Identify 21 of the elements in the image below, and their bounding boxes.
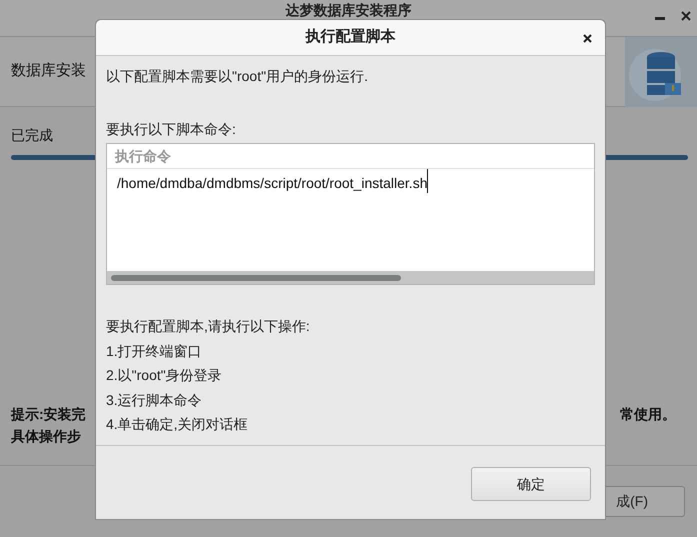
close-icon[interactable]	[583, 34, 592, 43]
step-text: 3.运行脚本命令	[106, 390, 203, 410]
step-text: 4.单击确定,关闭对话框	[106, 415, 249, 434]
commands-label: 要执行以下脚本命令:	[106, 120, 237, 139]
header-text: 数据库安装	[11, 61, 86, 82]
step-text: 1.打开终端窗口	[106, 342, 203, 360]
progress-label: 已完成	[11, 126, 53, 145]
column-header: 执行命令	[107, 144, 594, 169]
minimize-icon[interactable]	[655, 17, 665, 21]
hint-text: 提示:安装完	[11, 405, 86, 424]
scrollbar-thumb[interactable]	[111, 274, 401, 280]
ok-button[interactable]: 确定	[471, 467, 591, 501]
step-text: 2.以"root"身份登录	[106, 366, 223, 385]
close-icon[interactable]	[681, 11, 691, 21]
steps-label: 要执行配置脚本,请执行以下操作:	[106, 317, 311, 336]
dialog-title: 执行配置脚本	[306, 27, 396, 48]
intro-text: 以下配置脚本需要以"root"用户的身份运行.	[106, 67, 369, 86]
window-title: 达梦数据库安装程序	[286, 1, 412, 20]
hint-text: 常使用。	[620, 405, 676, 424]
table-cell: /home/dmdba/dmdbms/script/root/root_installer.sh	[107, 169, 428, 193]
hint-text: 具体操作步	[11, 427, 82, 446]
